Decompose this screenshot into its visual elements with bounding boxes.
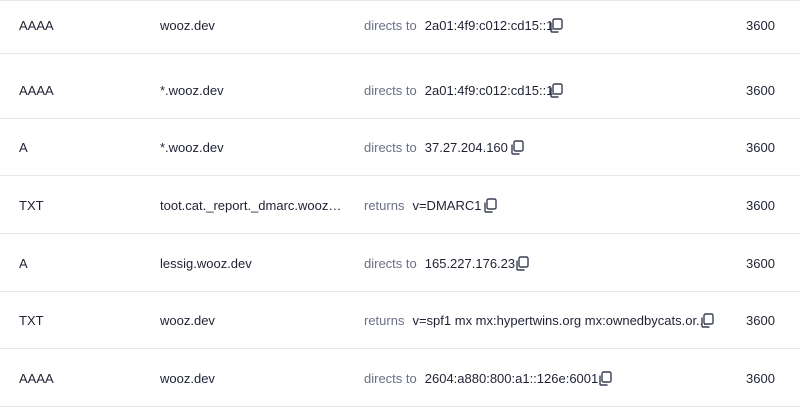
record-name: *.wooz.dev <box>160 83 224 98</box>
record-value: v=spf1 mx mx:hypertwins.org mx:ownedbyca… <box>412 313 707 328</box>
table-row: AAAA wooz.dev directs to 2604:a880:800:a1… <box>0 350 800 407</box>
table-row: A *.wooz.dev directs to 37.27.204.160 360… <box>0 119 800 176</box>
record-ttl: 3600 <box>746 83 775 98</box>
copy-icon[interactable] <box>549 83 563 98</box>
record-name: toot.cat._report._dmarc.wooz.d... <box>160 198 342 213</box>
record-ttl: 3600 <box>746 256 775 271</box>
record-name: lessig.wooz.dev <box>160 256 252 271</box>
record-ttl: 3600 <box>746 371 775 386</box>
record-type: A <box>19 140 28 155</box>
record-verb: returns v=spf1 mx mx:hypertwins.org mx:ow… <box>364 313 707 328</box>
record-value: 2604:a880:800:a1::126e:6001 <box>424 371 599 386</box>
copy-icon[interactable] <box>549 18 563 33</box>
table-row: AAAA *.wooz.dev directs to 2a01:4f9:c012:… <box>0 62 800 119</box>
record-type: A <box>19 256 28 271</box>
copy-icon[interactable] <box>700 313 714 328</box>
table-row: TXT wooz.dev returns v=spf1 mx mx:hypertw… <box>0 292 800 349</box>
record-name: *.wooz.dev <box>160 140 224 155</box>
record-name: wooz.dev <box>160 371 215 386</box>
record-ttl: 3600 <box>746 313 775 328</box>
copy-icon[interactable] <box>483 198 497 213</box>
record-value: 37.27.204.160 <box>424 140 508 155</box>
record-verb: returns v=DMARC1 <box>364 198 482 213</box>
record-value: v=DMARC1 <box>412 198 482 213</box>
record-name: wooz.dev <box>160 18 215 33</box>
record-type: AAAA <box>19 371 54 386</box>
record-name: wooz.dev <box>160 313 215 328</box>
copy-icon[interactable] <box>598 371 612 386</box>
copy-icon[interactable] <box>515 256 529 271</box>
record-value: 2a01:4f9:c012:cd15::1 <box>424 18 554 33</box>
record-ttl: 3600 <box>746 18 775 33</box>
table-row: TXT toot.cat._report._dmarc.wooz.d... re… <box>0 177 800 234</box>
record-value: 165.227.176.23 <box>424 256 516 271</box>
record-value: 2a01:4f9:c012:cd15::1 <box>424 83 554 98</box>
record-verb: directs to 2a01:4f9:c012:cd15::1 <box>364 18 554 33</box>
record-ttl: 3600 <box>746 140 775 155</box>
record-verb: directs to 37.27.204.160 <box>364 140 508 155</box>
copy-icon[interactable] <box>510 140 524 155</box>
record-verb: directs to 2a01:4f9:c012:cd15::1 <box>364 83 554 98</box>
record-type: TXT <box>19 198 44 213</box>
dns-records-table: AAAA wooz.dev directs to 2a01:4f9:c012:cd… <box>0 0 800 408</box>
record-ttl: 3600 <box>746 198 775 213</box>
record-type: AAAA <box>19 18 54 33</box>
record-type: TXT <box>19 313 44 328</box>
table-row: AAAA wooz.dev directs to 2a01:4f9:c012:cd… <box>0 0 800 54</box>
record-type: AAAA <box>19 83 54 98</box>
table-row: A lessig.wooz.dev directs to 165.227.176.… <box>0 235 800 292</box>
record-verb: directs to 2604:a880:800:a1::126e:6001 <box>364 371 599 386</box>
record-verb: directs to 165.227.176.23 <box>364 256 516 271</box>
